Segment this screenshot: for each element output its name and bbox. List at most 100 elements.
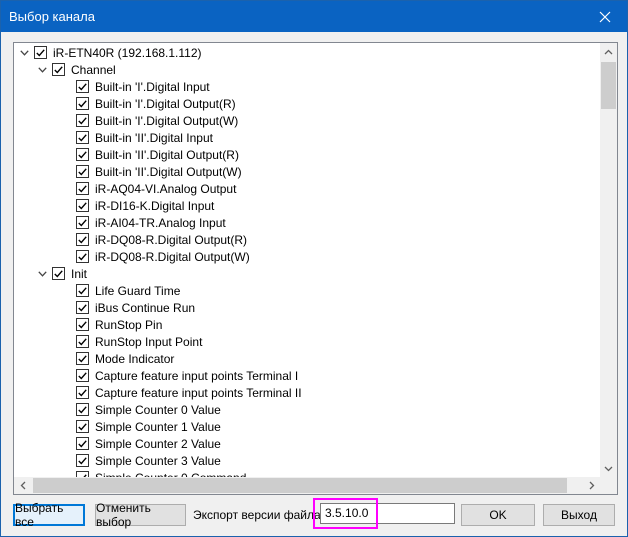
title-bar[interactable]: Выбор канала [1,1,627,32]
tree-group-node[interactable]: Channel [38,61,116,78]
tree-item[interactable]: iBus Continue Run [76,299,195,316]
chevron-down-icon [38,270,47,277]
tree-item[interactable]: Built-in 'II'.Digital Output(W) [76,163,242,180]
tree-checkbox[interactable] [76,318,89,331]
tree-item[interactable]: Built-in 'I'.Digital Output(W) [76,112,238,129]
tree-checkbox[interactable] [76,80,89,93]
tree-item[interactable]: iR-AQ04-VI.Analog Output [76,180,236,197]
tree-root-node[interactable]: iR-ETN40R (192.168.1.112) [20,44,202,61]
tree-item[interactable]: iR-DQ08-R.Digital Output(W) [76,248,250,265]
checkmark-icon [78,303,87,312]
checkmark-icon [78,99,87,108]
tree-item[interactable]: iR-AI04-TR.Analog Input [76,214,226,231]
checkmark-icon [78,456,87,465]
tree-item[interactable]: Capture feature input points Terminal I [76,367,298,384]
scroll-down-button[interactable] [600,460,617,477]
tree-item-label: iR-ETN40R (192.168.1.112) [53,45,202,60]
expand-toggle[interactable] [20,48,29,57]
tree-item-label: Mode Indicator [95,351,175,366]
tree-checkbox[interactable] [76,386,89,399]
tree-checkbox[interactable] [76,182,89,195]
tree-checkbox[interactable] [76,97,89,110]
deselect-button[interactable]: Отменить выбор [95,501,186,529]
scroll-left-button[interactable] [14,477,31,494]
tree-checkbox[interactable] [76,369,89,382]
select-all-button[interactable]: Выбрать все [13,501,85,529]
tree-item-label: Life Guard Time [95,283,181,298]
tree-item[interactable]: Built-in 'I'.Digital Input [76,78,210,95]
tree-item-label: Built-in 'II'.Digital Output(R) [95,147,239,162]
tree-checkbox[interactable] [76,454,89,467]
tree-checkbox[interactable] [76,250,89,263]
tree-item[interactable]: iR-DI16-K.Digital Input [76,197,214,214]
tree-group-node[interactable]: Init [38,265,87,282]
tree-checkbox[interactable] [76,216,89,229]
tree-item-label: Built-in 'II'.Digital Output(W) [95,164,242,179]
horizontal-scrollbar[interactable] [14,477,600,494]
close-button[interactable] [583,1,627,32]
horizontal-scroll-thumb[interactable] [33,478,567,493]
tree-item-label: iR-AQ04-VI.Analog Output [95,181,237,196]
chevron-left-icon [20,481,25,490]
tree-item[interactable]: Built-in 'II'.Digital Output(R) [76,146,239,163]
tree-checkbox[interactable] [76,284,89,297]
checkmark-icon [36,48,45,57]
tree-item-label: Built-in 'II'.Digital Input [95,130,213,145]
checkmark-icon [78,252,87,261]
tree-checkbox[interactable] [76,165,89,178]
tree-item[interactable]: Built-in 'I'.Digital Output(R) [76,95,236,112]
tree-item[interactable]: Simple Counter 0 Value [76,401,221,418]
tree-item[interactable]: iR-DQ08-R.Digital Output(R) [76,231,247,248]
vertical-scrollbar[interactable] [600,43,617,477]
dialog-window: Выбор канала iR-ETN40R (192.168.1.112) Ch… [0,0,628,537]
chevron-down-icon [20,49,29,56]
tree-checkbox[interactable] [76,131,89,144]
exit-button[interactable]: Выход [543,504,615,526]
expand-toggle[interactable] [38,65,47,74]
expand-toggle[interactable] [38,269,47,278]
tree-item-label: iR-DI16-K.Digital Input [95,198,215,213]
tree-item-label: Capture feature input points Terminal II [95,385,302,400]
tree-item[interactable]: Capture feature input points Terminal II [76,384,302,401]
tree-item[interactable]: RunStop Pin [76,316,162,333]
tree-checkbox[interactable] [76,437,89,450]
tree-item[interactable]: RunStop Input Point [76,333,202,350]
checkmark-icon [78,184,87,193]
tree-item[interactable]: Built-in 'II'.Digital Input [76,129,213,146]
checkmark-icon [78,116,87,125]
tree-checkbox[interactable] [34,46,47,59]
checkmark-icon [78,354,87,363]
tree-item[interactable]: Simple Counter 1 Value [76,418,221,435]
tree-checkbox[interactable] [52,267,65,280]
tree-item-label: Channel [71,62,116,77]
tree-checkbox[interactable] [76,199,89,212]
tree-item[interactable]: Simple Counter 2 Value [76,435,221,452]
channel-tree[interactable]: iR-ETN40R (192.168.1.112) Channel Built-in… [13,42,618,495]
tree-item-label: RunStop Pin [95,317,163,332]
tree-checkbox[interactable] [52,63,65,76]
checkmark-icon [78,337,87,346]
tree-checkbox[interactable] [76,233,89,246]
ok-button[interactable]: OK [461,504,535,526]
checkmark-icon [78,218,87,227]
tree-checkbox[interactable] [76,352,89,365]
tree-item[interactable]: Mode Indicator [76,350,174,367]
tree-item[interactable]: Simple Counter 3 Value [76,452,221,469]
tree-item[interactable]: Life Guard Time [76,282,180,299]
tree-checkbox[interactable] [76,114,89,127]
checkmark-icon [78,439,87,448]
tree-checkbox[interactable] [76,403,89,416]
tree-item-label: Built-in 'I'.Digital Input [95,79,210,94]
checkmark-icon [54,269,63,278]
tree-checkbox[interactable] [76,301,89,314]
tree-checkbox[interactable] [76,148,89,161]
checkmark-icon [78,235,87,244]
tree-checkbox[interactable] [76,420,89,433]
vertical-scroll-thumb[interactable] [601,62,616,109]
scroll-right-button[interactable] [583,477,600,494]
tree-item-label: iBus Continue Run [95,300,196,315]
checkmark-icon [78,371,87,380]
checkmark-icon [78,167,87,176]
scroll-up-button[interactable] [600,43,617,60]
tree-checkbox[interactable] [76,335,89,348]
